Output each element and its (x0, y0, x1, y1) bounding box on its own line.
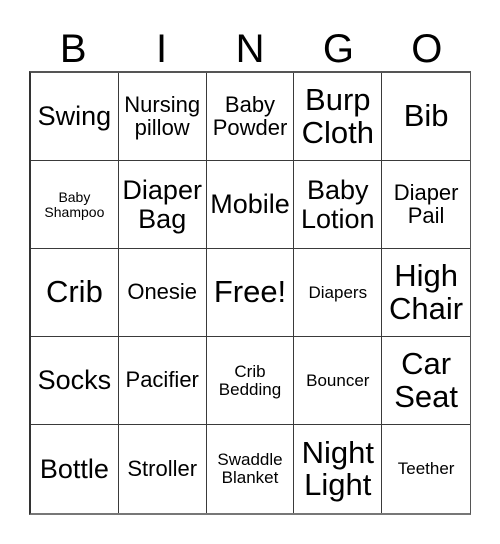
bingo-cell-label: Diaper Pail (393, 179, 459, 228)
bingo-cell-r3c3[interactable]: Free! (206, 249, 295, 337)
bingo-cell-label: Bib (403, 98, 449, 134)
bingo-card: B I N G O Swing Nursing pillow Baby Powder… (0, 0, 500, 544)
bingo-cell-label: Nursing pillow (124, 91, 201, 140)
bingo-cell-label: Diapers (308, 282, 368, 302)
bingo-cell-r5c5[interactable]: Teether (382, 425, 470, 513)
bingo-cell-label: Bouncer (306, 370, 370, 390)
bingo-cell-r4c1[interactable]: Socks (31, 337, 119, 425)
bingo-cell-r2c5[interactable]: Diaper Pail (382, 161, 470, 249)
bingo-cell-r5c4[interactable]: Night Light (294, 425, 383, 513)
bingo-cell-r1c1[interactable]: Swing (31, 73, 119, 161)
bingo-cell-r4c4[interactable]: Bouncer (294, 337, 383, 425)
bingo-cell-r3c5[interactable]: High Chair (382, 249, 470, 337)
bingo-cell-label: Socks (37, 365, 112, 396)
bingo-cell-label: Night Light (301, 434, 374, 502)
bingo-cell-r3c1[interactable]: Crib (31, 249, 119, 337)
bingo-cell-r5c1[interactable]: Bottle (31, 425, 119, 513)
bingo-cell-label: Baby Shampoo (44, 188, 105, 220)
bingo-cell-label: Bottle (39, 453, 109, 484)
bingo-cell-label: Diaper Bag (122, 175, 202, 234)
bingo-cell-label: Crib Bedding (218, 361, 282, 399)
header-letter-i: I (156, 27, 168, 71)
bingo-cell-label: Free! (213, 274, 287, 310)
bingo-cell-r4c2[interactable]: Pacifier (118, 337, 207, 425)
bingo-cell-label: Crib (45, 274, 103, 310)
bingo-cell-label: Teether (397, 459, 455, 479)
bingo-cell-r4c5[interactable]: Car Seat (382, 337, 470, 425)
header-letter-b: B (59, 27, 87, 71)
bingo-cell-label: High Chair (389, 258, 464, 326)
bingo-cell-r3c4[interactable]: Diapers (294, 249, 383, 337)
bingo-cell-r2c3[interactable]: Mobile (206, 161, 295, 249)
bingo-cell-r3c2[interactable]: Onesie (118, 249, 207, 337)
bingo-cell-label: Mobile (210, 189, 290, 220)
bingo-header-letters: B I N G O (29, 14, 471, 71)
bingo-cell-label: Baby Powder (212, 91, 288, 140)
bingo-cell-r4c3[interactable]: Crib Bedding (206, 337, 295, 425)
bingo-cell-r1c3[interactable]: Baby Powder (206, 73, 295, 161)
header-letter-o: O (411, 27, 443, 71)
bingo-cell-label: Burp Cloth (301, 82, 374, 150)
header-letter-g: G (322, 27, 354, 71)
bingo-cell-label: Baby Lotion (301, 175, 375, 234)
bingo-cell-r1c2[interactable]: Nursing pillow (118, 73, 207, 161)
bingo-cell-r2c4[interactable]: Baby Lotion (294, 161, 383, 249)
bingo-cell-label: Pacifier (125, 367, 199, 393)
bingo-cell-label: Swaddle Blanket (217, 450, 283, 487)
bingo-cell-r2c1[interactable]: Baby Shampoo (31, 161, 119, 249)
bingo-cell-r5c3[interactable]: Swaddle Blanket (206, 425, 295, 513)
bingo-cell-r2c2[interactable]: Diaper Bag (118, 161, 207, 249)
bingo-cell-label: Swing (37, 101, 112, 132)
bingo-grid: Swing Nursing pillow Baby Powder Burp Cloth… (29, 71, 471, 515)
header-letter-n: N (235, 27, 265, 71)
bingo-cell-label: Car Seat (394, 346, 458, 414)
bingo-cell-r1c4[interactable]: Burp Cloth (294, 73, 383, 161)
bingo-cell-r1c5[interactable]: Bib (382, 73, 470, 161)
bingo-cell-label: Onesie (127, 279, 198, 305)
bingo-cell-label: Stroller (127, 455, 198, 481)
bingo-cell-r5c2[interactable]: Stroller (118, 425, 207, 513)
